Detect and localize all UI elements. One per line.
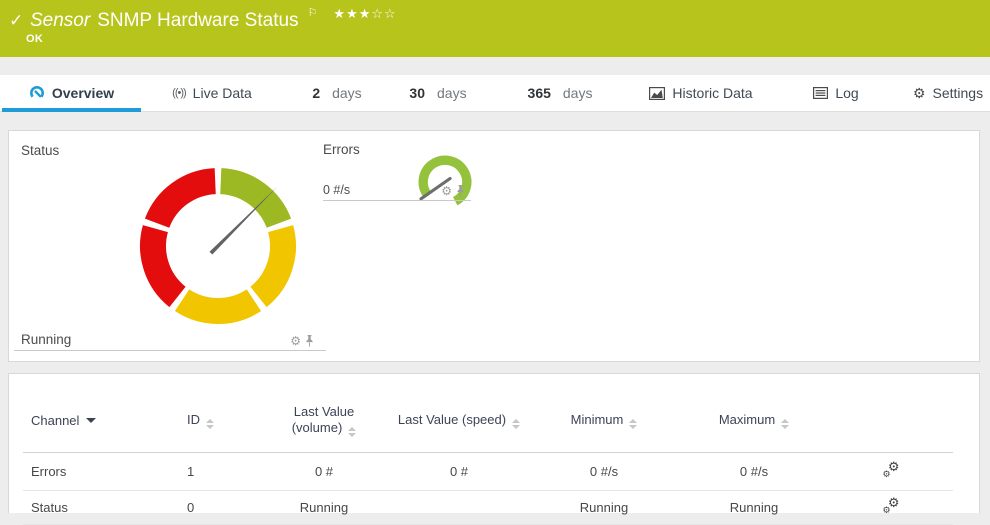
sensor-titlebar: ✓ Sensor SNMP Hardware Status ⚐ ★★★☆☆ OK [0,0,990,57]
sensor-status-text: OK [26,33,44,45]
flag-icon[interactable]: ⚐ [308,7,318,19]
status-gauge-label: Status [21,143,60,158]
errors-channel-gear-icon[interactable]: ⚙ [441,185,452,197]
column-header-last-value-speed[interactable]: Last Value (speed) [389,374,529,453]
edit-channel-gears-icon[interactable]: ⚙ ⚙ [883,460,900,479]
tab-365-days-unit: days [562,85,593,101]
tab-log[interactable]: Log [796,75,876,111]
sort-icon [206,418,214,429]
cell-maximum: 0 #/s [679,452,829,491]
tab-historic-data-label: Historic Data [672,85,753,101]
sensor-title-line: Sensor SNMP Hardware Status ⚐ ★★★☆☆ [30,6,397,32]
status-gauge-value-row: Running ⚙ [14,326,326,351]
channels-table: Channel ID Last Value (volume) Last Valu… [23,374,953,525]
overview-gauges-panel: Status Running ⚙ Errors 0 #/s ⚙ [8,130,980,362]
cell-last-value-volume: 0 # [259,452,389,491]
column-header-actions [829,374,953,453]
column-header-minimum[interactable]: Minimum [529,374,679,453]
tab-30-days-number: 30 [409,85,425,101]
settings-gear-icon: ⚙ [912,85,926,101]
historic-data-chart-icon [649,86,666,100]
tab-historic-data[interactable]: Historic Data [636,75,766,111]
column-header-channel[interactable]: Channel [23,374,173,453]
errors-gauge-value-row: 0 #/s ⚙ [323,176,471,201]
channel-row-errors: Errors 1 0 # 0 # 0 #/s 0 #/s ⚙ ⚙ [23,452,953,491]
live-data-icon: ((•)) [172,87,186,99]
stars-filled: ★★★ [333,6,372,21]
errors-channel-pin-icon[interactable] [456,185,465,197]
overview-gauge-icon [29,86,44,98]
tab-overview[interactable]: Overview [2,75,141,112]
channels-table-header-row: Channel ID Last Value (volume) Last Valu… [23,374,953,453]
tab-2-days[interactable]: 2 days [292,75,382,111]
column-header-last-value-volume[interactable]: Last Value (volume) [259,374,389,453]
cell-minimum: 0 #/s [529,452,679,491]
tab-log-label: Log [835,85,859,101]
edit-channel-gears-icon[interactable]: ⚙ ⚙ [883,496,900,515]
prtg-sensor-overview-page: ✓ Sensor SNMP Hardware Status ⚐ ★★★☆☆ OK Ov… [0,0,990,525]
sensor-kind-label: Sensor [30,10,91,31]
sort-icon [781,418,790,429]
status-channel-pin-icon[interactable] [305,335,314,347]
priority-stars[interactable]: ★★★☆☆ [333,6,396,21]
status-gauge-value: Running [21,332,72,347]
tab-30-days-unit: days [437,85,467,101]
sort-icon [512,418,521,429]
cell-last-value-speed: 0 # [389,452,529,491]
column-header-maximum[interactable]: Maximum [679,374,829,453]
tab-2-days-unit: days [332,85,362,101]
errors-gauge-label: Errors [323,142,360,157]
tab-settings-label: Settings [932,85,984,101]
channels-table-panel: Channel ID Last Value (volume) Last Valu… [8,373,980,525]
cell-id: 1 [173,452,259,491]
tab-settings[interactable]: ⚙ Settings [908,75,988,111]
tab-2-days-number: 2 [312,85,321,101]
status-channel-gear-icon[interactable]: ⚙ [290,335,301,347]
tab-overview-label: Overview [51,85,115,101]
sort-icon [348,426,357,437]
sort-icon [629,418,638,429]
status-gauge [140,168,296,324]
page-title: SNMP Hardware Status [97,10,299,31]
tab-bar: Overview ((•)) Live Data 2 days 30 days 36… [0,75,990,112]
column-header-id[interactable]: ID [173,374,259,453]
tab-365-days[interactable]: 365 days [508,75,612,111]
log-list-icon [813,87,829,99]
sort-desc-icon [86,417,97,423]
tab-live-data[interactable]: ((•)) Live Data [150,75,274,111]
cell-channel[interactable]: Errors [23,452,173,491]
tab-live-data-label: Live Data [192,85,252,101]
tab-30-days[interactable]: 30 days [393,75,483,111]
status-ok-check-icon: ✓ [9,11,24,30]
errors-gauge-value: 0 #/s [323,183,351,197]
stars-empty: ☆☆ [371,6,397,21]
tab-365-days-number: 365 [527,85,551,101]
